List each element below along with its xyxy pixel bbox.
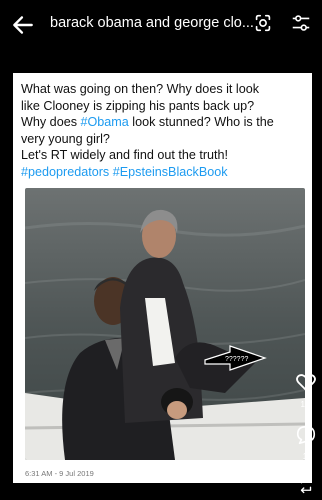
hashtag-obama: #Obama bbox=[80, 115, 129, 129]
action-rail: 16 1 bbox=[288, 370, 322, 500]
tweet-line-1: What was going on then? Why does it look bbox=[21, 82, 260, 96]
tweet-text: What was going on then? Why does it look… bbox=[21, 81, 311, 180]
visual-search-icon[interactable] bbox=[252, 12, 274, 34]
heart-icon[interactable] bbox=[293, 370, 319, 394]
tweet-line-5: Let's RT widely and find out the truth! bbox=[21, 148, 229, 162]
boat-photo-illustration: ?????? bbox=[25, 188, 305, 460]
sliders-icon[interactable] bbox=[290, 12, 312, 34]
like-count: 16 bbox=[300, 400, 310, 409]
tweet-timestamp: 6:31 AM - 9 Jul 2019 bbox=[25, 469, 94, 478]
arrow-left-icon[interactable] bbox=[10, 12, 36, 38]
comment-icon[interactable] bbox=[295, 424, 317, 446]
tweet-line-4: very young girl? bbox=[21, 131, 110, 146]
tweet-line-2: like Clooney is zipping his pants back u… bbox=[21, 98, 255, 113]
arrow-annotation: ?????? bbox=[225, 356, 248, 363]
search-query[interactable]: barack obama and george clo... bbox=[50, 15, 254, 31]
share-icon[interactable] bbox=[297, 476, 315, 494]
top-bar: barack obama and george clo... bbox=[0, 0, 322, 52]
tweet-screenshot-card[interactable]: What was going on then? Why does it look… bbox=[13, 73, 312, 483]
tweet-photo: ?????? bbox=[25, 188, 305, 460]
hashtag-epsteins-black-book: #EpsteinsBlackBook bbox=[112, 164, 228, 179]
tweet-hashtags: #pedopredators #EpsteinsBlackBook bbox=[21, 164, 311, 181]
tweet-line-3: Why does #Obama look stunned? Who is the bbox=[21, 115, 274, 129]
hashtag-pedopredators: #pedopredators bbox=[21, 164, 110, 179]
comment-count: 1 bbox=[302, 452, 308, 461]
